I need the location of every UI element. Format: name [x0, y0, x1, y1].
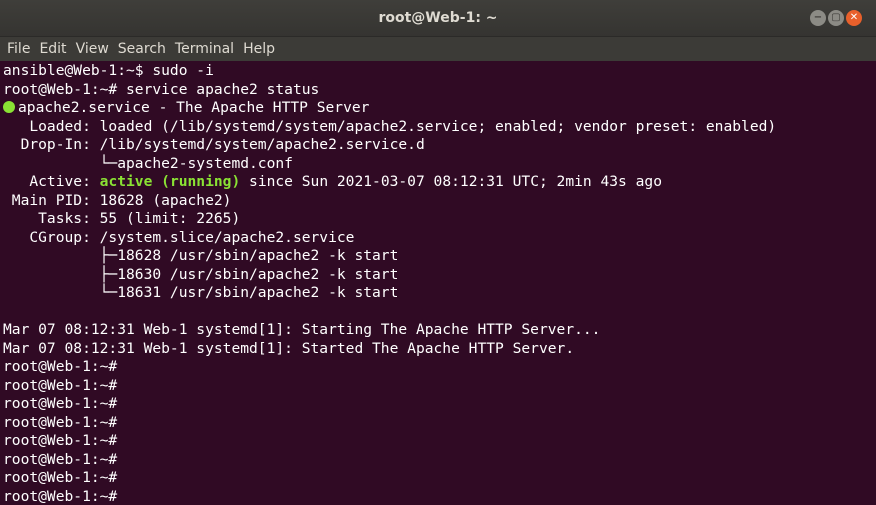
- menu-search[interactable]: Search: [118, 41, 166, 57]
- terminal-line: root@Web-1:~#: [3, 413, 118, 431]
- terminal-line: root@Web-1:~#: [3, 487, 118, 505]
- terminal-line: Drop-In: /lib/systemd/system/apache2.ser…: [3, 136, 425, 153]
- menu-help[interactable]: Help: [243, 41, 275, 57]
- terminal-line: root@Web-1:~#: [3, 358, 118, 375]
- terminal-line: root@Web-1:~# service apache2 status: [3, 80, 320, 98]
- terminal-line: Tasks: 55 (limit: 2265): [3, 210, 241, 227]
- terminal-line: ansible@Web-1:~$ sudo -i: [3, 62, 214, 79]
- title-bar[interactable]: root@Web-1: ~ − ▢ ✕: [0, 0, 876, 37]
- menu-bar: File Edit View Search Terminal Help: [0, 37, 876, 61]
- menu-terminal[interactable]: Terminal: [175, 41, 234, 57]
- terminal-line: Main PID: 18628 (apache2): [3, 191, 232, 209]
- status-dot-icon: [3, 101, 15, 113]
- terminal-line: Mar 07 08:12:31 Web-1 systemd[1]: Starte…: [3, 339, 575, 357]
- maximize-button[interactable]: ▢: [828, 10, 844, 26]
- active-status: active (running): [99, 173, 241, 190]
- menu-file[interactable]: File: [7, 41, 30, 57]
- terminal-line: CGroup: /system.slice/apache2.service: [3, 228, 355, 246]
- active-label: Active:: [3, 173, 100, 190]
- menu-edit[interactable]: Edit: [39, 41, 66, 57]
- close-button[interactable]: ✕: [846, 10, 862, 26]
- terminal-line: root@Web-1:~#: [3, 432, 118, 449]
- terminal-line: root@Web-1:~#: [3, 395, 118, 412]
- terminal-line: ├─18628 /usr/sbin/apache2 -k start: [3, 247, 399, 264]
- terminal-line: root@Web-1:~#: [3, 469, 118, 486]
- minimize-button[interactable]: −: [810, 10, 826, 26]
- terminal-output[interactable]: ansible@Web-1:~$ sudo -i root@Web-1:~# s…: [3, 62, 871, 505]
- window-title: root@Web-1: ~: [378, 10, 498, 26]
- terminal-line: Mar 07 08:12:31 Web-1 systemd[1]: Starti…: [3, 321, 601, 338]
- terminal-window: root@Web-1: ~ − ▢ ✕ File Edit View Searc…: [0, 0, 876, 505]
- terminal-line: Loaded: loaded (/lib/systemd/system/apac…: [3, 117, 777, 135]
- menu-view[interactable]: View: [76, 41, 109, 57]
- terminal-line: └─18631 /usr/sbin/apache2 -k start: [3, 284, 399, 301]
- terminal-line: └─apache2-systemd.conf: [3, 154, 293, 172]
- terminal-line: apache2.service - The Apache HTTP Server: [3, 99, 871, 118]
- terminal-line: ├─18630 /usr/sbin/apache2 -k start: [3, 265, 399, 283]
- active-since: since Sun 2021-03-07 08:12:31 UTC; 2min …: [240, 173, 662, 190]
- terminal-line: Active: active (running) since Sun 2021-…: [3, 173, 871, 192]
- service-header: apache2.service - The Apache HTTP Server: [18, 99, 370, 116]
- terminal-line: root@Web-1:~#: [3, 450, 118, 468]
- terminal-line: root@Web-1:~#: [3, 376, 118, 394]
